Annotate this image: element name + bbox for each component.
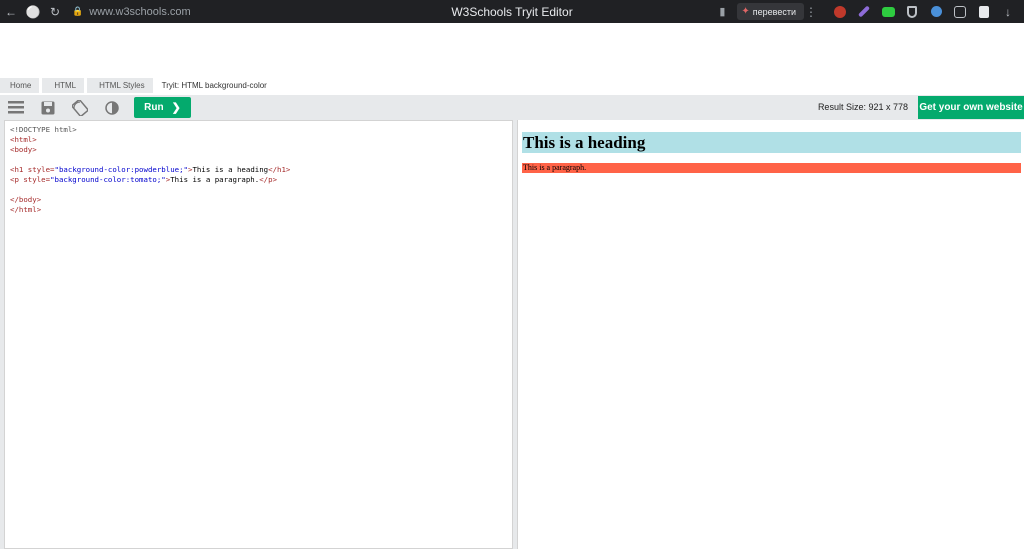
- url-text: www.w3schools.com: [89, 5, 191, 18]
- profile-icon[interactable]: ⚪: [22, 0, 44, 23]
- translate-button[interactable]: ✦ перевести: [737, 3, 804, 20]
- code-line: <body>: [10, 145, 37, 154]
- breadcrumb-html[interactable]: HTML: [42, 78, 85, 93]
- extension-icon-7[interactable]: [972, 0, 996, 23]
- breadcrumb: Home HTML HTML Styles Tryit: HTML backgr…: [0, 78, 278, 93]
- code-text[interactable]: <!DOCTYPE html> <html> <body> <h1 style=…: [5, 121, 512, 215]
- code-token: <p: [10, 175, 19, 184]
- result-pane: This is a heading This is a paragraph.: [517, 120, 1024, 549]
- code-token: This is a heading: [192, 165, 269, 174]
- extension-icon-1[interactable]: [828, 0, 852, 23]
- back-icon[interactable]: ←: [0, 0, 22, 23]
- translate-label: перевести: [752, 6, 796, 17]
- code-token: "background-color:powderblue;": [54, 165, 189, 174]
- address-bar[interactable]: 🔒 www.w3schools.com: [72, 6, 322, 18]
- editor-toolbar: Run ❯ Result Size: 921 x 778 Get your ow…: [0, 95, 1024, 120]
- shield-icon[interactable]: [900, 0, 924, 23]
- extension-icon-5[interactable]: [924, 0, 948, 23]
- browser-bar: ← ⚪ ↻ 🔒 www.w3schools.com W3Schools Tryi…: [0, 0, 1024, 23]
- bookmark-icon[interactable]: ▮: [713, 5, 731, 18]
- save-icon[interactable]: [32, 95, 64, 120]
- code-token: "background-color:tomato;": [50, 175, 166, 184]
- translate-icon: ✦: [741, 6, 750, 17]
- breadcrumb-html-styles[interactable]: HTML Styles: [87, 78, 153, 93]
- result-size: Result Size: 921 x 778: [817, 102, 908, 112]
- breadcrumb-home[interactable]: Home: [0, 78, 40, 93]
- code-token: </p>: [259, 175, 278, 184]
- menu-icon[interactable]: [0, 95, 32, 120]
- code-token: </h1>: [268, 165, 291, 174]
- breadcrumb-current: Tryit: HTML background-color: [161, 81, 267, 90]
- code-editor[interactable]: <!DOCTYPE html> <html> <body> <h1 style=…: [4, 120, 513, 549]
- extension-icon-6[interactable]: [948, 0, 972, 23]
- lock-icon: 🔒: [72, 6, 84, 16]
- code-line: <html>: [10, 135, 37, 144]
- extension-icon-2[interactable]: [852, 0, 876, 23]
- run-button[interactable]: Run ❯: [134, 97, 191, 118]
- extension-icon-3[interactable]: [876, 0, 900, 23]
- result-heading: This is a heading: [522, 132, 1021, 153]
- result-paragraph: This is a paragraph.: [522, 163, 1021, 173]
- code-line: </html>: [10, 205, 42, 214]
- code-token: <h1: [10, 165, 24, 174]
- run-label: Run: [144, 102, 164, 113]
- chevron-right-icon: ❯: [171, 102, 181, 114]
- browser-tools: ▮ ✦ перевести ⋮ ↓: [713, 0, 1020, 23]
- code-line: <!DOCTYPE html>: [10, 125, 77, 134]
- get-own-website-button[interactable]: Get your own website: [918, 96, 1024, 119]
- code-token: style=: [23, 165, 55, 174]
- theme-toggle-icon[interactable]: [96, 95, 128, 120]
- code-line: </body>: [10, 195, 42, 204]
- code-token: This is a paragraph.: [170, 175, 260, 184]
- more-icon[interactable]: ⋮: [804, 5, 818, 19]
- code-token: style=: [18, 175, 51, 184]
- reload-icon[interactable]: ↻: [44, 0, 66, 23]
- download-icon[interactable]: ↓: [996, 0, 1020, 23]
- rotate-layout-icon[interactable]: [64, 95, 96, 120]
